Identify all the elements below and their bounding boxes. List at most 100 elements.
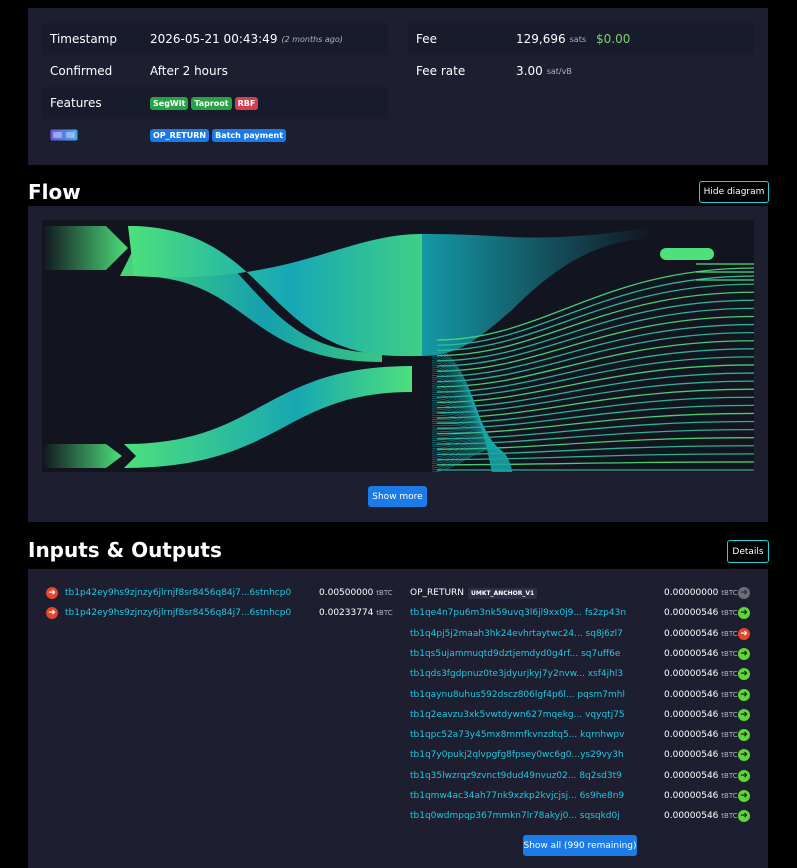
output-status-icon[interactable]: ➜ (738, 729, 750, 742)
input-arrow-icon[interactable]: ➜ (46, 607, 58, 619)
fee-unit: sats (569, 34, 586, 44)
output-row: tb1q7y0pukj2qlvpgfg8fpsey0wc6g0...ys29vy… (410, 745, 755, 765)
glasses-icon (50, 129, 78, 141)
output-address[interactable]: tb1qpc52a73y45mx8mmfkvnzdtq5... kqrnhwpv (410, 730, 624, 740)
output-address: OP_RETURN (410, 588, 465, 598)
input-address[interactable]: tb1p42ey9hs9zjnzy6jlrnjf8sr8456q84j7...6… (65, 608, 291, 618)
output-row: tb1qs5ujammuqtd9dztjemdyd0g4rf... sq7uff… (410, 644, 755, 664)
io-card: ➜ tb1p42ey9hs9zjnzy6jlrnjf8sr8456q84j7...… (28, 569, 768, 868)
output-fan-line (436, 453, 754, 461)
output-address[interactable]: tb1q35lwzrqz9zvnct9dud49nvuz02... 8q2sd3… (410, 771, 622, 781)
timestamp-value: 2026-05-21 00:43:49 (150, 32, 278, 46)
output-status-icon[interactable]: ➜ (738, 749, 750, 762)
show-more-button[interactable]: Show more (368, 486, 427, 507)
output-status-icon[interactable]: ➜ (738, 607, 750, 620)
flow-title: Flow (28, 180, 81, 204)
confirmed-row: Confirmed After 2 hours (42, 55, 388, 87)
show-all-button[interactable]: Show all (990 remaining) (523, 835, 637, 856)
tx-details-card: Timestamp 2026-05-21 00:43:49 (2 months … (28, 8, 768, 165)
input-row: ➜ tb1p42ey9hs9zjnzy6jlrnjf8sr8456q84j7...… (46, 603, 393, 623)
output-row: tb1qds3fgdpnuz0te3jdyurjkyj7y2nvw... xsf… (410, 664, 755, 684)
output-status-icon[interactable]: ➜ (738, 708, 750, 721)
output-amount: 0.00000000 tBTC (664, 588, 738, 598)
output-address[interactable]: tb1qaynu8uhus592dscz806lgf4p6l... pqsm7m… (410, 690, 625, 700)
output-row: tb1q0wdmpqp367mmkn7lr78akyj0... sqsqkd0j… (410, 806, 755, 826)
output-row: tb1qpc52a73y45mx8mmfkvnzdtq5... kqrnhwpv… (410, 725, 755, 745)
output-amount: 0.00000546 tBTC (664, 730, 738, 741)
output-row: tb1q2eavzu3xk5vwtdywn627mqekg... vqyqtj7… (410, 705, 755, 725)
input-row: ➜ tb1p42ey9hs9zjnzy6jlrnjf8sr8456q84j7...… (46, 583, 393, 603)
rbf-badge[interactable]: RBF (234, 96, 259, 110)
output-amount: 0.00000546 tBTC (664, 791, 738, 801)
output-amount: 0.00000546 tBTC (664, 608, 738, 619)
hide-diagram-button[interactable]: Hide diagram (699, 181, 769, 203)
output-amount: 0.00000546 tBTC (664, 811, 738, 822)
fee-label: Fee (416, 32, 438, 46)
taproot-badge[interactable]: Taproot (191, 96, 232, 110)
feerate-value: 3.00 (516, 64, 543, 78)
input-amount: 0.00500000 tBTC (319, 588, 393, 598)
output-amount: 0.00000546 tBTC (664, 709, 738, 720)
segwit-badge[interactable]: SegWit (150, 96, 189, 110)
output-row: tb1qe4n7pu6m3nk59uvq3l6jl9xx0j9... fs2zp… (410, 603, 755, 623)
output-amount: 0.00000546 tBTC (664, 648, 738, 659)
output-row: OP_RETURN UMKT_ANCHOR_V1 0.00000000 tBTC ➜ (410, 583, 755, 603)
output-row: tb1q35lwzrqz9zvnct9dud49nvuz02... 8q2sd3… (410, 766, 755, 786)
output-address[interactable]: tb1q2eavzu3xk5vwtdywn627mqekg... vqyqtj7… (410, 710, 625, 720)
output-fan-line (436, 404, 754, 430)
output-status-icon[interactable]: ➜ (738, 769, 750, 782)
timestamp-row: Timestamp 2026-05-21 00:43:49 (2 months … (42, 23, 388, 55)
features-row-2: OP_RETURN Batch payment (42, 119, 388, 151)
output-address[interactable]: tb1qe4n7pu6m3nk59uvq3l6jl9xx0j9... fs2zp… (410, 608, 626, 618)
flow-card: Show more (28, 206, 768, 522)
op-return-badge[interactable]: OP_RETURN (150, 128, 210, 142)
input-amount: 0.00233774 tBTC (319, 608, 393, 618)
features-row: Features SegWit Taproot RBF (42, 87, 388, 119)
output-address[interactable]: tb1qmw4ac34ah77nk9xzkp2kvjcjsj... 6s9he8… (410, 791, 624, 801)
timestamp-ago: (2 months ago) (281, 34, 343, 44)
flow-sankey (42, 226, 754, 472)
output-address[interactable]: tb1qs5ujammuqtd9dztjemdyd0g4rf... sq7uff… (410, 649, 620, 659)
op-return-chip: UMKT_ANCHOR_V1 (468, 587, 538, 599)
input-address[interactable]: tb1p42ey9hs9zjnzy6jlrnjf8sr8456q84j7...6… (65, 588, 291, 598)
output-amount: 0.00000546 tBTC (664, 750, 738, 761)
output-status-icon[interactable]: ➜ (738, 810, 750, 823)
output-amount: 0.00000546 tBTC (664, 770, 738, 781)
flow-diagram (42, 220, 754, 472)
output-status-icon[interactable]: ➜ (738, 627, 750, 640)
confirmed-label: Confirmed (50, 64, 113, 78)
output-fan-line (436, 348, 754, 393)
batch-payment-badge[interactable]: Batch payment (212, 128, 287, 142)
output-status-icon[interactable]: ➜ (738, 668, 750, 681)
output-address[interactable]: tb1q4pj5j2maah3hk24evhrtaytwc24... sq8j6… (410, 629, 623, 639)
output-row: tb1q4pj5j2maah3hk24evhrtaytwc24... sq8j6… (410, 624, 755, 644)
fee-value: 129,696 (516, 32, 566, 46)
details-button[interactable]: Details (727, 540, 769, 563)
output-row: tb1qmw4ac34ah77nk9xzkp2kvjcjsj... 6s9he8… (410, 786, 755, 806)
features-label: Features (50, 96, 102, 110)
output-status-icon[interactable]: ➜ (738, 688, 750, 701)
output-fan-line (436, 356, 754, 398)
input-arrow-1 (42, 226, 128, 270)
output-address[interactable]: tb1qds3fgdpnuz0te3jdyurjkyj7y2nvw... xsf… (410, 669, 623, 679)
fee-fiat: $0.00 (596, 32, 631, 46)
feerate-row: Fee rate 3.00 sat/vB (408, 55, 754, 87)
feerate-unit: sat/vB (546, 66, 572, 76)
output-fan-line (436, 461, 754, 466)
confirmed-value: After 2 hours (150, 64, 228, 78)
input-arrow-icon[interactable]: ➜ (46, 587, 58, 599)
io-title: Inputs & Outputs (28, 538, 222, 562)
input-flow-2 (124, 366, 412, 468)
output-status-icon[interactable]: ➜ (738, 647, 750, 660)
output-status-icon[interactable]: ➜ (738, 790, 750, 802)
output-status-icon[interactable]: ➜ (738, 587, 750, 599)
output-row: tb1qaynu8uhus592dscz806lgf4p6l... pqsm7m… (410, 685, 755, 705)
input-flow-1-body (128, 226, 422, 356)
output-amount: 0.00000546 tBTC (664, 669, 738, 680)
output-address[interactable]: tb1q7y0pukj2qlvpgfg8fpsey0wc6g0...ys29vy… (410, 750, 624, 760)
input-arrow-2 (42, 444, 122, 468)
fee-row: Fee 129,696 sats $0.00 (408, 23, 754, 55)
feerate-label: Fee rate (416, 64, 466, 78)
output-amount: 0.00000546 tBTC (664, 689, 738, 700)
output-address[interactable]: tb1q0wdmpqp367mmkn7lr78akyj0... sqsqkd0j (410, 811, 620, 821)
